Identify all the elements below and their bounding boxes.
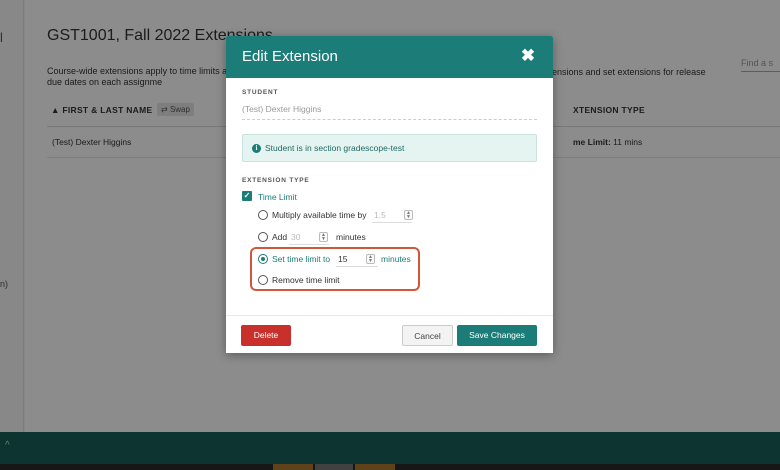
close-icon[interactable]: ✖: [518, 46, 538, 66]
time-limit-checkbox[interactable]: ✓: [242, 191, 252, 201]
option-add[interactable]: Add 30 ▲ ▼ minutes: [258, 230, 418, 246]
info-text: Student is in section gradescope-test: [265, 143, 405, 153]
dialog-header: Edit Extension ✖: [226, 36, 553, 78]
time-limit-label[interactable]: Time Limit: [258, 192, 297, 202]
add-label: Add: [272, 232, 288, 242]
dialog-footer: Delete Cancel Save Changes: [226, 315, 553, 353]
cancel-button[interactable]: Cancel: [402, 325, 453, 346]
stepper-icon[interactable]: ▲ ▼: [404, 210, 413, 220]
stepper-icon[interactable]: ▲ ▼: [319, 232, 328, 242]
dialog-title: Edit Extension: [242, 48, 338, 65]
edit-extension-dialog: Edit Extension ✖ STUDENT (Test) Dexter H…: [226, 36, 553, 353]
multiply-label: Multiply available time by: [272, 210, 367, 220]
option-multiply[interactable]: Multiply available time by 1.5 ▲ ▼: [258, 208, 458, 224]
radio-add[interactable]: [258, 232, 268, 242]
save-changes-button[interactable]: Save Changes: [457, 325, 537, 346]
delete-button[interactable]: Delete: [241, 325, 291, 346]
student-name-field: (Test) Dexter Higgins: [242, 104, 537, 120]
add-minutes-suffix: minutes: [336, 232, 366, 242]
extension-type-label: EXTENSION TYPE: [242, 177, 310, 184]
student-section-label: STUDENT: [242, 89, 279, 96]
section-info-banner: i Student is in section gradescope-test: [242, 134, 537, 162]
info-icon: i: [252, 144, 261, 153]
radio-multiply[interactable]: [258, 210, 268, 220]
highlight-annotation: [250, 247, 420, 291]
